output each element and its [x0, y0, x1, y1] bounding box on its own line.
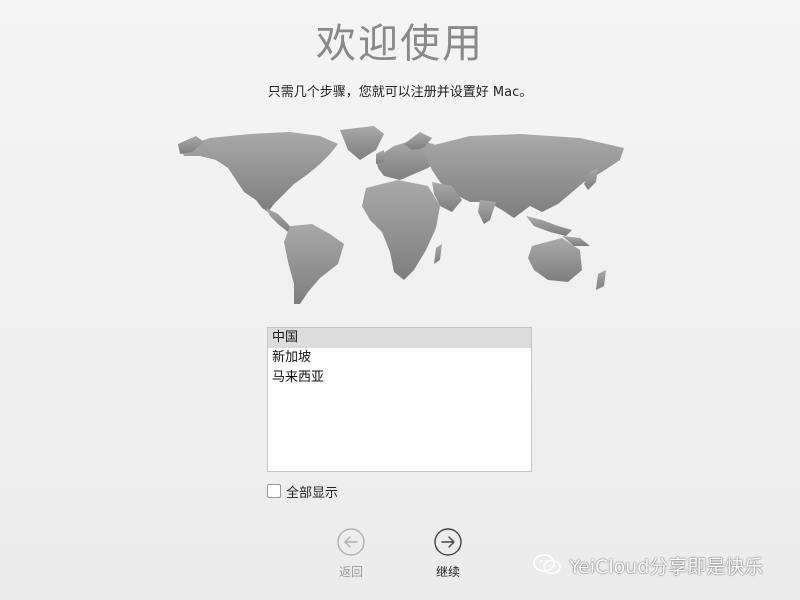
continue-button-label: 继续 — [435, 565, 460, 579]
region-item-singapore[interactable]: 新加坡 — [268, 348, 531, 368]
show-all-option[interactable]: 全部显示 — [267, 483, 339, 501]
region-item-malaysia[interactable]: 马来西亚 — [268, 368, 531, 388]
south-america-shape — [284, 224, 344, 304]
arrow-left-icon — [337, 528, 365, 556]
region-item-china[interactable]: 中国 — [268, 328, 531, 348]
africa-shape — [362, 180, 440, 280]
wechat-icon — [533, 554, 561, 575]
continue-button[interactable]: 继续 — [418, 528, 478, 580]
page-title: 欢迎使用 — [316, 21, 484, 67]
north-america-shape — [180, 132, 338, 212]
region-list[interactable]: 中国 新加坡 马来西亚 — [267, 327, 532, 472]
back-button-label: 返回 — [338, 565, 363, 579]
show-all-checkbox[interactable] — [267, 484, 281, 498]
watermark-text: YeiCloud分享即是快乐 — [569, 555, 764, 578]
arrow-right-icon — [434, 528, 462, 556]
back-button[interactable]: 返回 — [321, 528, 381, 580]
watermark: YeiCloud分享即是快乐 — [533, 551, 763, 579]
show-all-label: 全部显示 — [286, 485, 339, 501]
page-subtitle: 只需几个步骤，您就可以注册并设置好 Mac。 — [267, 85, 533, 100]
world-map — [178, 126, 624, 304]
